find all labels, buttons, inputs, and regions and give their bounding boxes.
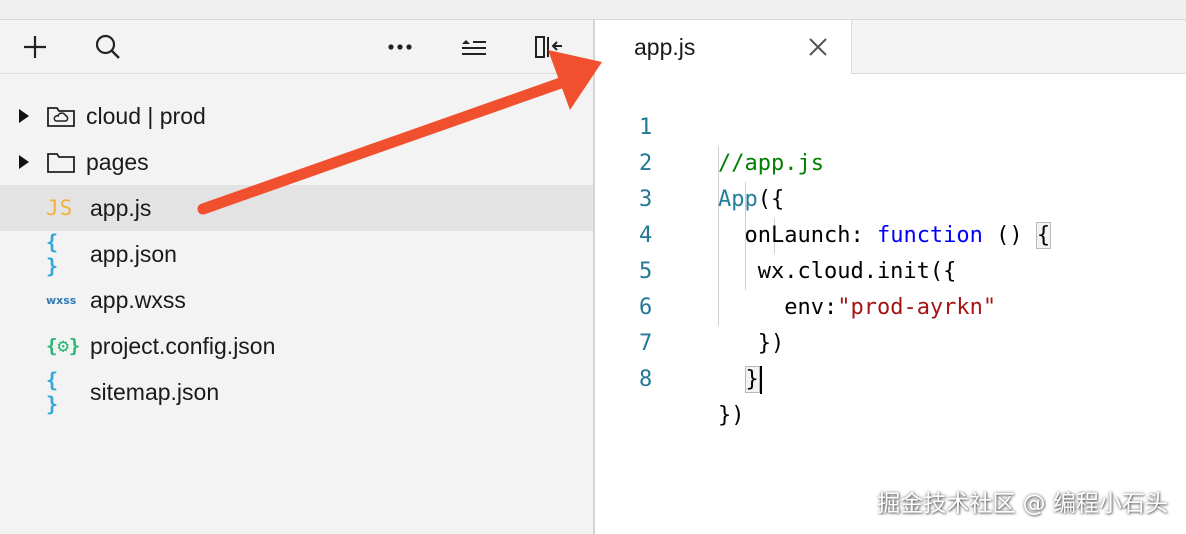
config-file-icon: {⚙} [46, 335, 81, 357]
code-editor: app.js 1 //app.js 2 App({ 3 onLaunch: fu… [595, 20, 1186, 534]
tree-item-app-json[interactable]: { } app.json [0, 230, 593, 278]
editor-tab-bar: app.js [595, 20, 1186, 74]
folder-icon [46, 150, 76, 174]
expand-caret-icon[interactable] [19, 155, 29, 169]
tree-item-label: project.config.json [90, 332, 276, 359]
code-line: 2 App({ [595, 110, 1186, 212]
tree-item-sitemap-json[interactable]: { } sitemap.json [0, 368, 593, 416]
tree-item-app-js[interactable]: JS app.js [0, 185, 593, 231]
wxss-file-icon: wxss [46, 293, 77, 307]
tree-item-label: pages [86, 148, 149, 175]
tree-item-app-wxss[interactable]: wxss app.wxss [0, 277, 593, 323]
tree-item-pages[interactable]: pages [0, 139, 593, 185]
code-area[interactable]: 1 //app.js 2 App({ 3 onLaunch: function … [595, 74, 1186, 428]
code-line: 3 onLaunch: function () { [595, 146, 1186, 249]
line-number: 8 [639, 367, 653, 392]
tree-item-label: app.js [90, 194, 152, 221]
tab-label: app.js [634, 34, 696, 60]
file-tree: cloud | prod pages JS app.js { } app.jso… [0, 93, 593, 416]
json-file-icon: { } [46, 230, 62, 278]
text-cursor [759, 366, 762, 394]
code-line: 8 }) [595, 326, 1186, 428]
file-explorer-sidebar: cloud | prod pages JS app.js { } app.jso… [0, 20, 595, 534]
collapse-all-icon[interactable] [457, 30, 491, 64]
code-line: 7 } [595, 290, 1186, 394]
matched-bracket: } [744, 366, 760, 393]
tree-item-label: sitemap.json [90, 378, 220, 405]
tab-app-js[interactable]: app.js [595, 20, 852, 74]
plus-icon[interactable] [18, 30, 52, 64]
line-content: }) [718, 398, 745, 434]
code-line: 6 }) [595, 254, 1186, 356]
code-line: 5 env:"prod-ayrkn" [595, 218, 1186, 320]
tree-item-cloud-prod[interactable]: cloud | prod [0, 93, 593, 139]
more-icon[interactable] [383, 30, 417, 64]
code-text: }) [718, 403, 745, 428]
hide-sidebar-icon[interactable] [532, 30, 566, 64]
js-file-icon: JS [46, 196, 74, 220]
cloud-folder-icon [46, 104, 76, 128]
watermark: 掘金技术社区 @ 编程小石头 [877, 491, 1168, 517]
window-top-strip [0, 0, 1186, 20]
tree-item-label: app.json [90, 240, 177, 267]
explorer-toolbar [0, 20, 593, 74]
tree-item-project-config-json[interactable]: {⚙} project.config.json [0, 323, 593, 369]
expand-caret-icon[interactable] [19, 109, 29, 123]
code-line: 1 //app.js [595, 74, 1186, 176]
search-icon[interactable] [91, 30, 125, 64]
json-file-icon: { } [46, 368, 62, 416]
close-icon[interactable] [806, 35, 830, 59]
code-line: 4 wx.cloud.init({ [595, 182, 1186, 284]
tree-item-label: cloud | prod [86, 102, 206, 129]
tree-item-label: app.wxss [90, 286, 186, 313]
line-content: } [718, 362, 762, 398]
